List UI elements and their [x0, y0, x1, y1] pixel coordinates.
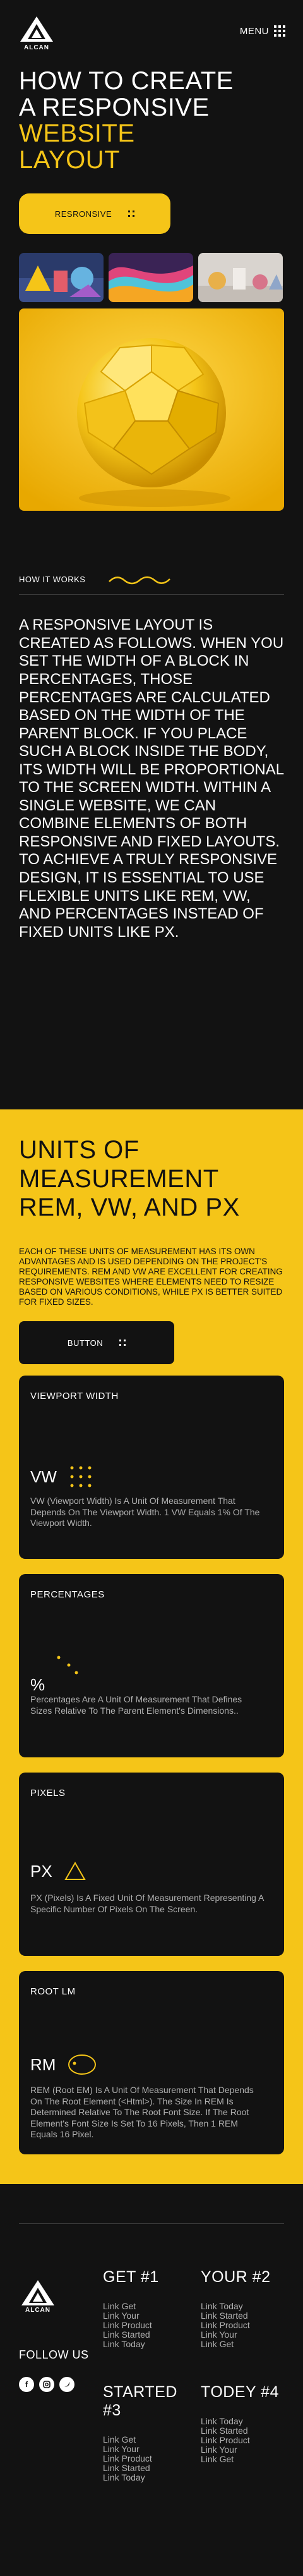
how-it-works-section: HOW IT WORKS A RESPONSIVE LAYOUT IS CREA…	[0, 511, 303, 941]
objects-art-thumbnail-icon	[198, 253, 283, 303]
footer-column-title: TODEY #4	[201, 2383, 279, 2401]
cta-label: RESRONSIVE	[54, 209, 112, 219]
footer-link[interactable]: Link Your	[103, 2444, 191, 2454]
footer-link[interactable]: Link Get	[201, 2454, 289, 2464]
card-heading: VIEWPORT WIDTH	[30, 1391, 119, 1402]
footer-link[interactable]: Link Started	[201, 2426, 289, 2436]
footer-column-3: STARTED #3 Link Get Link Your Link Produ…	[103, 2383, 191, 2482]
footer-column-4: TODEY #4 Link Today Link Started Link Pr…	[201, 2383, 289, 2464]
footer-column-title: GET #1	[103, 2268, 159, 2286]
follow-us-label: FOLLOW US	[19, 2348, 89, 2361]
footer-link[interactable]: Link Your	[201, 2329, 289, 2340]
footer-link[interactable]: Link Product	[103, 2320, 191, 2330]
grid-dots-icon	[128, 211, 135, 217]
footer-column-title: STARTED #3	[103, 2383, 177, 2419]
logo-text: ALCAN	[25, 2307, 50, 2314]
header: ALCAN MENU	[0, 0, 303, 57]
unit-card-pixels[interactable]: PIXELS PX PX (Pixels) Is A Fixed Unit Of…	[19, 1773, 284, 1956]
yellow-polyhedron-image-icon	[19, 308, 284, 511]
footer: ALCAN FOLLOW US f GET #1 Link Get Link Y…	[0, 2184, 303, 2576]
wave-art-thumbnail-icon	[109, 253, 193, 303]
divider	[19, 594, 284, 595]
units-title-line1: UNITS OF	[19, 1136, 140, 1164]
hero-title-accent2: LAYOUT	[19, 145, 121, 174]
footer-link[interactable]: Link Product	[201, 2435, 289, 2445]
footer-link[interactable]: Link Get	[103, 2302, 191, 2311]
footer-column-2: YOUR #2 Link Today Link Started Link Pro…	[201, 2268, 289, 2349]
footer-link[interactable]: Link Started	[103, 2463, 191, 2473]
units-section: UNITS OF MEASUREMENT REM, VW, AND PX EAC…	[0, 1109, 303, 2184]
units-title: UNITS OF MEASUREMENT REM, VW, AND PX	[19, 1136, 284, 1223]
unit-card-vw[interactable]: VIEWPORT WIDTH VW VW (Viewport Width) Is…	[19, 1376, 284, 1560]
card-symbol: %	[30, 1675, 45, 1695]
responsive-cta-button[interactable]: RESRONSIVE	[19, 193, 170, 235]
dot-grid-icon	[70, 1466, 92, 1487]
menu-label: MENU	[239, 25, 269, 37]
geometric-art-thumbnail-icon	[19, 253, 104, 303]
grid-dots-icon	[119, 1340, 126, 1346]
logo-text: ALCAN	[24, 44, 49, 51]
instagram-icon[interactable]	[39, 2377, 54, 2392]
twitter-icon[interactable]	[59, 2377, 74, 2392]
facebook-icon[interactable]: f	[19, 2377, 34, 2392]
footer-link[interactable]: Link Started	[201, 2310, 289, 2321]
footer-column-1: GET #1 Link Get Link Your Link Product L…	[103, 2268, 191, 2349]
grid-menu-icon	[274, 25, 285, 37]
card-heading: PIXELS	[30, 1788, 66, 1799]
footer-link[interactable]: Link Today	[201, 2417, 289, 2426]
card-description: REM (Root EM) Is A Unit Of Measurement T…	[30, 2085, 254, 2140]
card-symbol: PX	[30, 1861, 52, 1881]
units-description: EACH OF THESE UNITS OF MEASUREMENT HAS I…	[19, 1246, 283, 1307]
hero-title-line2: A RESPONSIVE	[19, 93, 210, 121]
how-it-works-label: HOW IT WORKS	[19, 574, 86, 584]
logo[interactable]: ALCAN	[18, 15, 56, 51]
thumbnail-2[interactable]	[109, 253, 193, 303]
units-title-line2: MEASUREMENT	[19, 1164, 219, 1193]
card-symbol: VW	[30, 1467, 57, 1486]
unit-card-percentages[interactable]: PERCENTAGES % Percentages Are A Unit Of …	[19, 1574, 284, 1758]
ellipse-icon	[68, 2054, 97, 2075]
footer-link[interactable]: Link Product	[103, 2453, 191, 2463]
logo-mark-icon	[21, 2280, 54, 2305]
card-heading: PERCENTAGES	[30, 1589, 105, 1601]
hero-title-accent1: WEBSITE	[19, 119, 135, 148]
card-heading: ROOT LM	[30, 1986, 76, 1998]
footer-link[interactable]: Link Product	[201, 2320, 289, 2330]
card-description: Percentages Are A Unit Of Measurement Th…	[30, 1694, 242, 1716]
how-it-works-text: A RESPONSIVE LAYOUT IS CREATED AS FOLLOW…	[19, 616, 284, 941]
footer-link[interactable]: Link Get	[103, 2435, 191, 2445]
unit-card-rem[interactable]: ROOT LM RM REM (Root EM) Is A Unit Of Me…	[19, 1971, 284, 2155]
footer-link[interactable]: Link Today	[103, 2339, 191, 2349]
thumbnail-strip	[19, 253, 284, 303]
social-links: f	[19, 2377, 74, 2392]
units-button[interactable]: BUTTON	[19, 1321, 174, 1365]
page: ALCAN MENU HOW TO CREATE A RESPONSIVE WE…	[0, 0, 303, 2576]
hero-title: HOW TO CREATE A RESPONSIVE WEBSITE LAYOU…	[19, 68, 284, 173]
footer-divider	[19, 2223, 284, 2224]
footer-logo[interactable]: ALCAN	[19, 2279, 57, 2314]
card-description: PX (Pixels) Is A Fixed Unit Of Measureme…	[30, 1893, 264, 1914]
hero-section: HOW TO CREATE A RESPONSIVE WEBSITE LAYOU…	[0, 57, 303, 511]
thumbnail-3[interactable]	[198, 253, 283, 303]
footer-link[interactable]: Link Today	[201, 2302, 289, 2311]
footer-link[interactable]: Link Today	[103, 2472, 191, 2482]
logo-mark-icon	[20, 16, 53, 42]
hero-image	[19, 308, 284, 511]
wave-line-icon	[109, 577, 171, 585]
footer-link[interactable]: Link Get	[201, 2339, 289, 2349]
units-title-line3: REM, VW, AND PX	[19, 1193, 240, 1222]
thumbnail-1[interactable]	[19, 253, 104, 303]
menu-button[interactable]: MENU	[240, 25, 285, 37]
footer-link[interactable]: Link Your	[103, 2310, 191, 2321]
hero-title-line1: HOW TO CREATE	[19, 67, 234, 95]
footer-column-title: YOUR #2	[201, 2268, 271, 2286]
triangle-icon	[64, 1862, 86, 1881]
card-description: VW (Viewport Width) Is A Unit Of Measure…	[30, 1496, 260, 1529]
card-symbol: RM	[30, 2054, 56, 2074]
button-label: BUTTON	[67, 1338, 104, 1348]
footer-link[interactable]: Link Started	[103, 2329, 191, 2340]
footer-link[interactable]: Link Your	[201, 2445, 289, 2455]
scattered-dots-icon	[57, 1656, 78, 1675]
